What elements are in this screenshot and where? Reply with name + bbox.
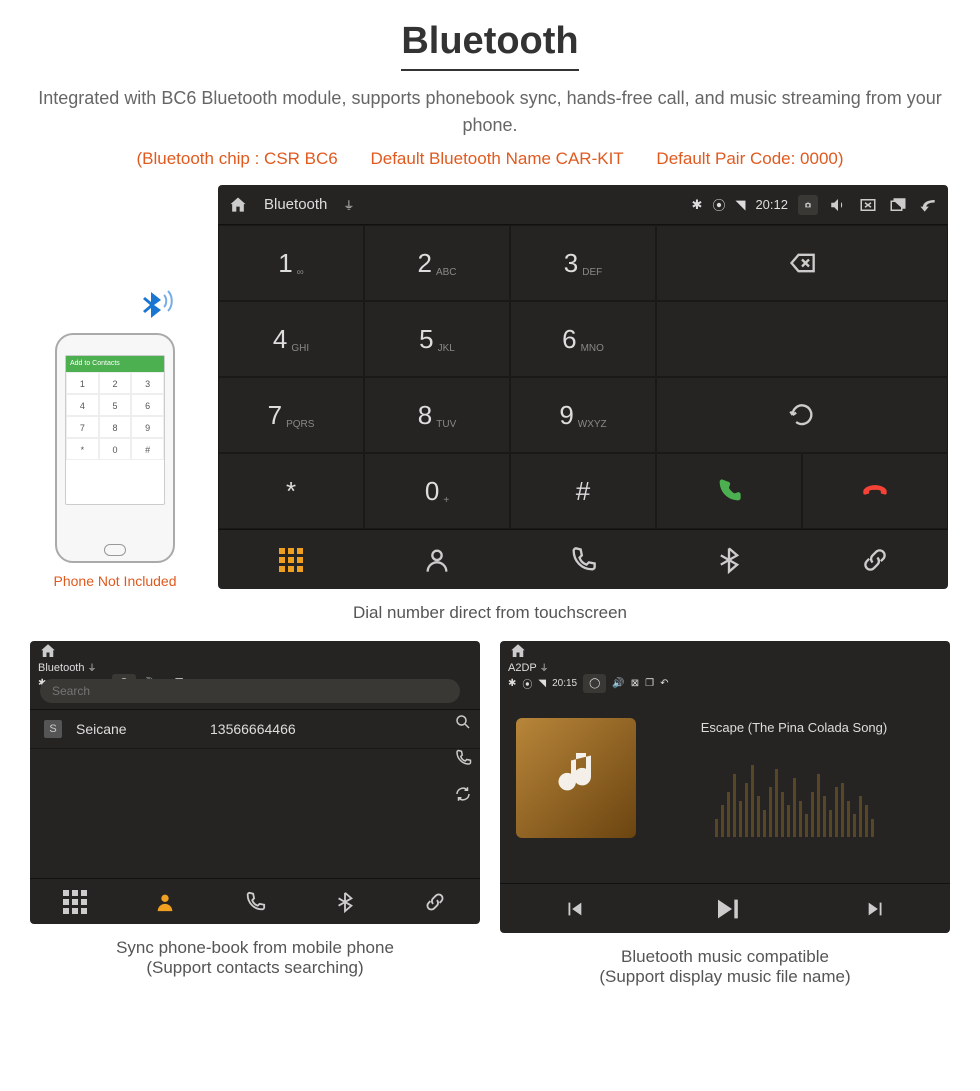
topbar-title: Bluetooth: [264, 196, 327, 213]
key-9[interactable]: 9WXYZ: [510, 377, 656, 453]
clock: 20:15: [552, 678, 577, 689]
page-subtitle: Integrated with BC6 Bluetooth module, su…: [30, 85, 950, 139]
key-hash[interactable]: #: [510, 453, 656, 529]
music-caption: Bluetooth music compatible (Support disp…: [500, 947, 950, 987]
call-icon[interactable]: [454, 749, 472, 767]
dialer-screen: Bluetooth ⏚ ✱ ⦿ ◥ 20:12 1∞ 2ABC: [218, 185, 948, 589]
prev-track-button[interactable]: [563, 898, 585, 920]
page-title: Bluetooth: [401, 20, 578, 71]
tab-call-log[interactable]: [510, 530, 656, 589]
home-icon[interactable]: [508, 641, 528, 661]
back-icon[interactable]: ↶: [660, 678, 668, 689]
phone-mockup: Add to Contacts 123 456 789 *0#: [55, 333, 175, 563]
recent-apps-icon[interactable]: [888, 195, 908, 215]
tab-bluetooth[interactable]: [656, 530, 802, 589]
contact-name: Seicane: [76, 721, 196, 737]
phone-note: Phone Not Included: [30, 573, 200, 589]
key-8[interactable]: 8TUV: [364, 377, 510, 453]
call-button[interactable]: [656, 453, 802, 529]
sync-icon[interactable]: [454, 785, 472, 803]
search-icon[interactable]: [454, 713, 472, 731]
key-6[interactable]: 6MNO: [510, 301, 656, 377]
contact-number: 13566664466: [210, 721, 296, 737]
backspace-key[interactable]: [656, 225, 948, 301]
close-window-icon[interactable]: [858, 195, 878, 215]
screenshot-icon[interactable]: [798, 195, 818, 215]
tab-contacts[interactable]: [120, 879, 210, 924]
screenshot-icon[interactable]: ◯: [583, 674, 606, 693]
hangup-button[interactable]: [802, 453, 948, 529]
key-star[interactable]: *: [218, 453, 364, 529]
volume-icon[interactable]: 🔊: [612, 678, 624, 689]
search-input[interactable]: [40, 679, 460, 703]
wifi-icon: ◥: [735, 197, 745, 213]
visualizer: [654, 747, 934, 837]
clock: 20:12: [755, 197, 788, 212]
recent-apps-icon[interactable]: ❐: [645, 678, 654, 689]
play-pause-button[interactable]: [711, 895, 739, 923]
dialer-caption: Dial number direct from touchscreen: [30, 603, 950, 623]
contact-row[interactable]: S Seicane 13566664466: [30, 710, 480, 749]
tab-pair[interactable]: [802, 530, 948, 589]
next-track-button[interactable]: [865, 898, 887, 920]
tab-call-log[interactable]: [210, 879, 300, 924]
album-art: [516, 718, 636, 838]
home-icon[interactable]: [38, 641, 58, 661]
volume-icon[interactable]: [828, 195, 848, 215]
bluetooth-icon: [134, 285, 178, 329]
music-screen: A2DP ⏚ ✱⦿◥ 20:15 ◯ 🔊 ⊠ ❐ ↶: [500, 641, 950, 933]
key-0[interactable]: 0+: [364, 453, 510, 529]
empty-key-1: [656, 301, 948, 377]
tab-bluetooth[interactable]: [300, 879, 390, 924]
key-5[interactable]: 5JKL: [364, 301, 510, 377]
key-7[interactable]: 7PQRS: [218, 377, 364, 453]
contacts-caption: Sync phone-book from mobile phone (Suppo…: [30, 938, 480, 978]
key-3[interactable]: 3DEF: [510, 225, 656, 301]
tab-dialpad[interactable]: [218, 530, 364, 589]
tab-pair[interactable]: [390, 879, 480, 924]
bluetooth-status-icon: ✱: [692, 197, 703, 213]
track-title: Escape (The Pina Colada Song): [654, 720, 934, 735]
spec-line: (Bluetooth chip : CSR BC6 Default Blueto…: [30, 149, 950, 169]
close-window-icon[interactable]: ⊠: [631, 678, 639, 689]
contacts-screen: Bluetooth ⏚ ✱⦿◥ 20:11 ◯ 🔊 ⊠ ❐ ↶: [30, 641, 480, 924]
key-4[interactable]: 4GHI: [218, 301, 364, 377]
usb-icon: ⏚: [343, 197, 354, 213]
key-2[interactable]: 2ABC: [364, 225, 510, 301]
key-1[interactable]: 1∞: [218, 225, 364, 301]
home-icon[interactable]: [228, 195, 248, 215]
back-icon[interactable]: [918, 195, 938, 215]
redial-key[interactable]: [656, 377, 948, 453]
tab-contacts[interactable]: [364, 530, 510, 589]
tab-dialpad[interactable]: [30, 879, 120, 924]
gps-icon: ⦿: [712, 195, 725, 214]
